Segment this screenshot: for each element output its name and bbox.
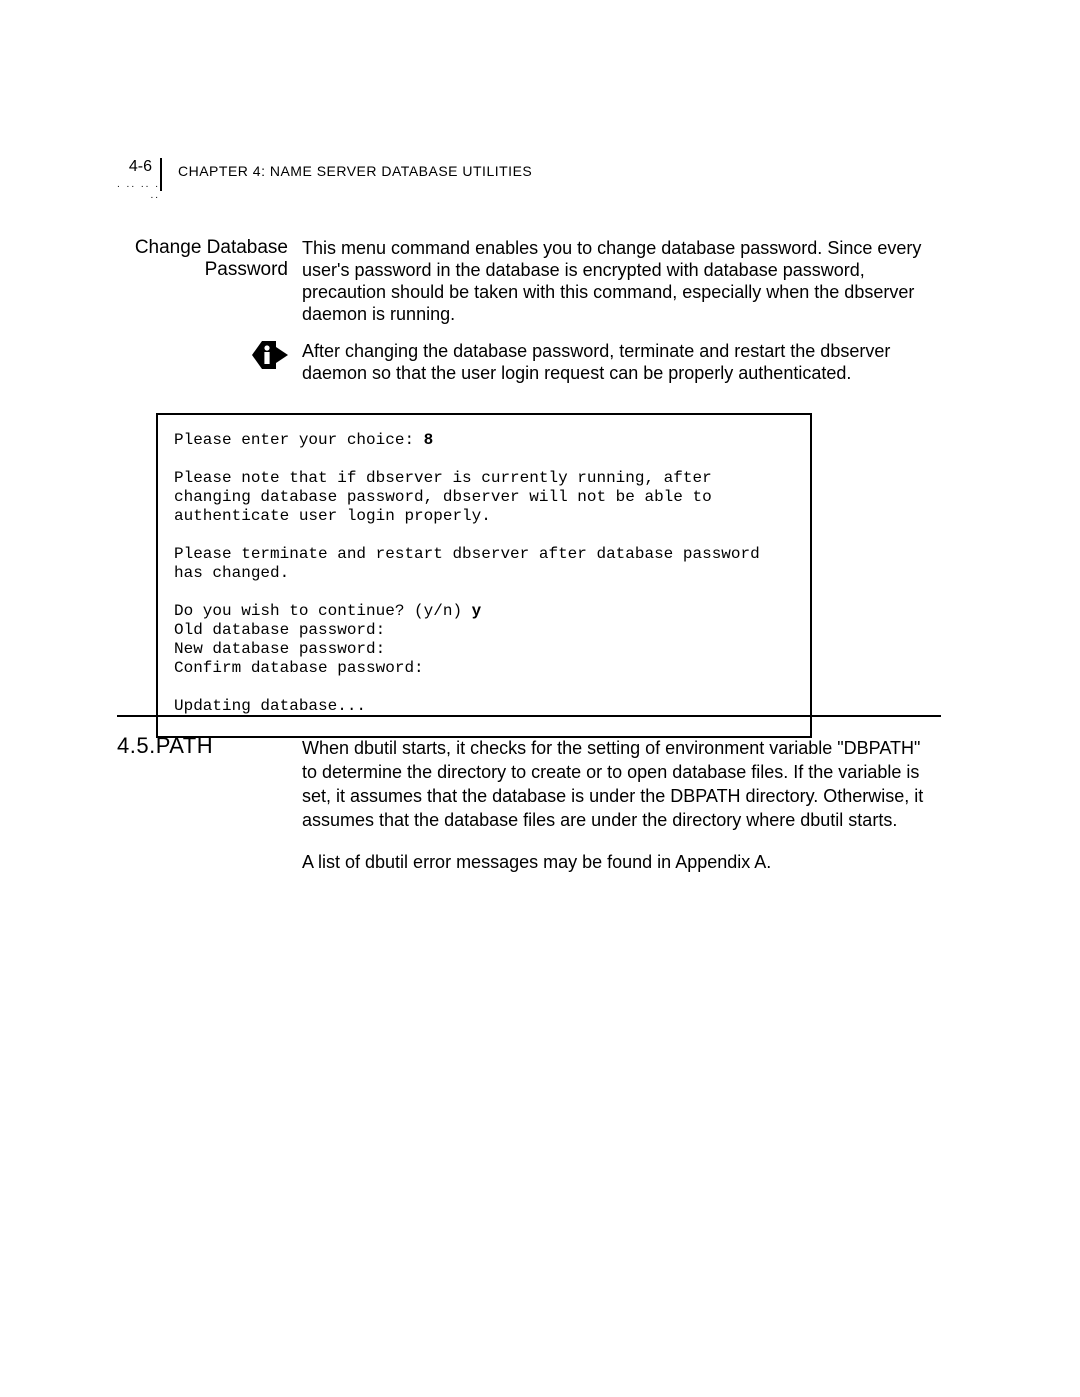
section1-note: After changing the database password, te…: [302, 340, 936, 384]
section2-p1: When dbutil starts, it checks for the se…: [302, 736, 936, 832]
page-number-box: 4-6 . .. .. . ..: [108, 158, 162, 191]
code-line-new-pw: New database password:: [174, 640, 385, 658]
code-box: Please enter your choice: 8 Please note …: [156, 413, 812, 738]
code-line-confirm-pw: Confirm database password:: [174, 659, 424, 677]
section1-body: This menu command enables you to change …: [302, 237, 936, 325]
section1-left-title: Change Database Password: [120, 237, 288, 281]
code-line-choice-value: 8: [424, 431, 434, 449]
info-icon: [250, 337, 290, 373]
code-line-updating: Updating database...: [174, 697, 366, 715]
section2-p2: A list of dbutil error messages may be f…: [302, 850, 936, 874]
code-block-note2: Please terminate and restart dbserver af…: [174, 545, 769, 582]
section1-title-line1: Change Database: [120, 237, 288, 259]
page-number: 4-6: [129, 158, 152, 175]
section-divider: [117, 715, 941, 717]
chapter-header: CHAPTER 4: NAME SERVER DATABASE UTILITIE…: [178, 163, 532, 179]
code-line-choice-prompt: Please enter your choice:: [174, 431, 424, 449]
code-line-continue-prompt: Do you wish to continue? (y/n): [174, 602, 472, 620]
decorative-dots: . .. .. . ..: [104, 179, 160, 201]
section1-title-line2: Password: [120, 259, 288, 281]
code-line-old-pw: Old database password:: [174, 621, 385, 639]
chapter-header-text: CHAPTER 4: NAME SERVER DATABASE UTILITIE…: [178, 163, 532, 179]
document-page: 4-6 . .. .. . .. CHAPTER 4: NAME SERVER …: [0, 0, 1080, 1397]
section2-body: When dbutil starts, it checks for the se…: [302, 736, 936, 874]
code-block-note1: Please note that if dbserver is currentl…: [174, 469, 721, 525]
code-line-continue-value: y: [472, 602, 482, 620]
section2-title: 4.5.PATH: [117, 733, 213, 759]
